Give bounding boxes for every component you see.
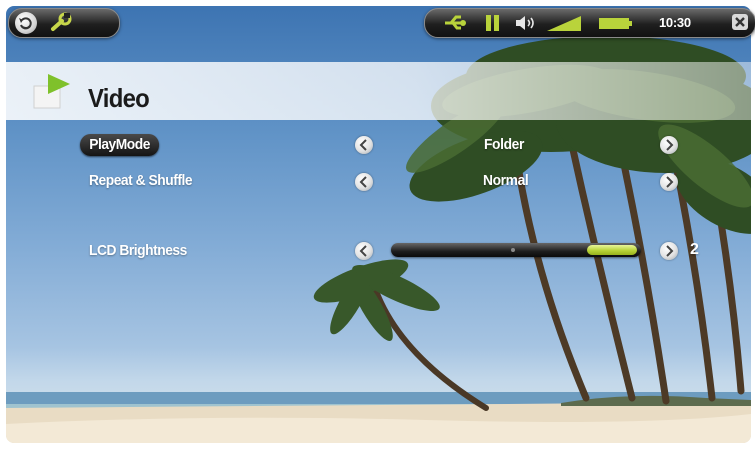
repeat-prev-button[interactable]: [355, 173, 373, 191]
wrench-icon: [51, 12, 72, 31]
slider-thumb[interactable]: [587, 245, 637, 255]
lcd-brightness-label[interactable]: LCD Brightness: [89, 242, 187, 259]
brightness-decrease-button[interactable]: [355, 242, 373, 260]
close-icon: [732, 14, 748, 30]
speaker-icon: [516, 16, 534, 30]
signal-icon: [547, 16, 581, 31]
status-bar: 10:30: [424, 8, 755, 38]
device-screen: 10:30 Video PlayMode Folder Repeat & Shu…: [0, 0, 755, 457]
arrow-left-icon: [359, 139, 367, 151]
repeat-shuffle-value: Normal: [483, 172, 529, 189]
brightness-increase-button[interactable]: [660, 242, 678, 260]
playmode-prev-button[interactable]: [355, 136, 373, 154]
section-header: Video: [6, 62, 751, 120]
video-icon: [33, 74, 70, 109]
home-icon: [19, 17, 32, 30]
playmode-next-button[interactable]: [660, 136, 678, 154]
repeat-next-button[interactable]: [660, 173, 678, 191]
nav-bar: [8, 8, 120, 38]
playmode-label[interactable]: PlayMode: [80, 134, 160, 156]
playmode-value: Folder: [484, 136, 524, 153]
slider-marker: [511, 248, 515, 252]
brightness-slider[interactable]: [391, 243, 641, 257]
usb-icon: [445, 15, 466, 30]
arrow-right-icon: [666, 245, 674, 257]
repeat-shuffle-label[interactable]: Repeat & Shuffle: [89, 172, 193, 189]
arrow-right-icon: [666, 176, 674, 188]
clock: 10:30: [659, 15, 691, 30]
pause-icon: [486, 15, 499, 31]
close-button[interactable]: [731, 13, 749, 31]
arrow-right-icon: [666, 139, 674, 151]
brightness-value: 2: [690, 241, 699, 258]
page-title: Video: [88, 83, 150, 113]
home-button[interactable]: [15, 12, 37, 34]
arrow-left-icon: [359, 176, 367, 188]
battery-icon: [599, 18, 632, 29]
arrow-left-icon: [359, 245, 367, 257]
settings-button[interactable]: [49, 12, 72, 34]
